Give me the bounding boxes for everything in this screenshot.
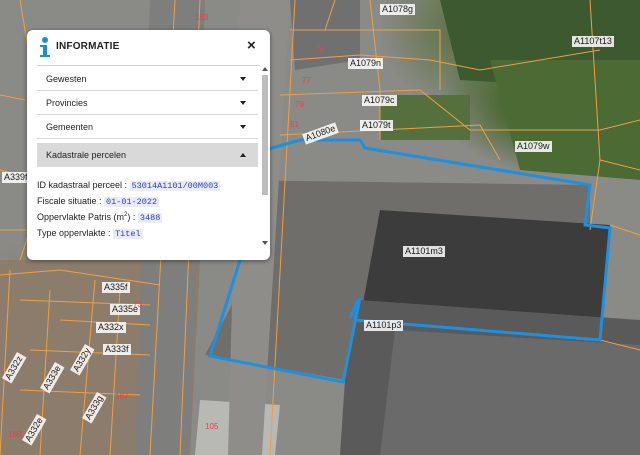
section-label: Provincies bbox=[46, 98, 88, 108]
detail-value: 01-01-2022 bbox=[104, 197, 160, 207]
building-roof bbox=[380, 330, 640, 455]
detail-row: Oppervlakte Patris (m2) : 3488 bbox=[37, 212, 258, 228]
scrollbar[interactable] bbox=[261, 67, 269, 250]
section-kadastrale-percelen[interactable]: Kadastrale percelen bbox=[37, 143, 258, 167]
parcel-label: A1078g bbox=[380, 4, 416, 15]
close-button[interactable]: × bbox=[247, 38, 256, 54]
section-provincies[interactable]: Provincies bbox=[37, 91, 258, 115]
detail-label: Oppervlakte Patris (m2) : bbox=[37, 212, 136, 222]
parcel-label: A1101m3 bbox=[403, 246, 445, 257]
panel-header: INFORMATIE × bbox=[27, 30, 270, 64]
chevron-up-icon bbox=[240, 153, 246, 157]
parcel-label: A339f bbox=[2, 172, 30, 183]
parcel-label: A335f bbox=[102, 282, 130, 293]
trees bbox=[490, 60, 640, 180]
chevron-down-icon bbox=[240, 125, 246, 129]
section-label: Gewesten bbox=[46, 74, 87, 84]
house-number: 105 bbox=[205, 422, 219, 431]
scroll-down-icon[interactable] bbox=[262, 241, 268, 245]
detail-label: ID kadastraal perceel : bbox=[37, 180, 128, 190]
house-number: 183 bbox=[195, 13, 209, 22]
parcel-label: A1079t bbox=[360, 120, 393, 131]
section-gemeenten[interactable]: Gemeenten bbox=[37, 115, 258, 139]
chevron-down-icon bbox=[240, 77, 246, 81]
parcel-label: A1101p3 bbox=[364, 320, 404, 331]
parcel-label: A333f bbox=[103, 344, 131, 355]
parcel-label: A1079c bbox=[362, 95, 397, 106]
info-icon bbox=[40, 37, 50, 57]
chevron-down-icon bbox=[240, 101, 246, 105]
parcel-label: A1079w bbox=[515, 141, 552, 152]
parcel-label: A332x bbox=[96, 322, 126, 333]
house-number: 188 bbox=[8, 430, 22, 439]
scroll-thumb[interactable] bbox=[262, 75, 268, 195]
parcel-details: ID kadastraal perceel : 53014A1101/00M00… bbox=[37, 167, 258, 244]
detail-value: Titel bbox=[113, 229, 143, 239]
panel-title: INFORMATIE bbox=[56, 41, 120, 52]
house-number: 79 bbox=[295, 100, 304, 109]
detail-row: Fiscale situatie : 01-01-2022 bbox=[37, 196, 258, 212]
section-label: Gemeenten bbox=[46, 122, 94, 132]
house-number: 73 bbox=[133, 300, 142, 309]
house-number: 77 bbox=[302, 76, 311, 85]
close-icon: × bbox=[247, 37, 256, 54]
detail-value: 53014A1101/00M003 bbox=[129, 181, 221, 191]
panel-content[interactable]: Gewesten Provincies Gemeenten Kadastrale… bbox=[37, 67, 258, 250]
house-number: 187 bbox=[115, 392, 129, 401]
section-gewesten[interactable]: Gewesten bbox=[37, 67, 258, 91]
parcel-label: A1079n bbox=[348, 58, 384, 69]
detail-label: Fiscale situatie : bbox=[37, 196, 102, 206]
house-number: 81 bbox=[290, 120, 299, 129]
parcel-label: A1107t13 bbox=[572, 36, 614, 47]
section-label: Kadastrale percelen bbox=[46, 150, 127, 160]
house-number: 79 bbox=[314, 44, 323, 53]
detail-row: Type oppervlakte : Titel bbox=[37, 228, 258, 244]
info-panel: INFORMATIE × Gewesten Provincies Gemeent… bbox=[27, 30, 270, 260]
detail-label: Type oppervlakte : bbox=[37, 228, 111, 238]
scroll-up-icon[interactable] bbox=[262, 67, 268, 71]
detail-row: ID kadastraal perceel : 53014A1101/00M00… bbox=[37, 180, 258, 196]
detail-value: 3488 bbox=[137, 213, 163, 223]
divider bbox=[37, 65, 260, 66]
